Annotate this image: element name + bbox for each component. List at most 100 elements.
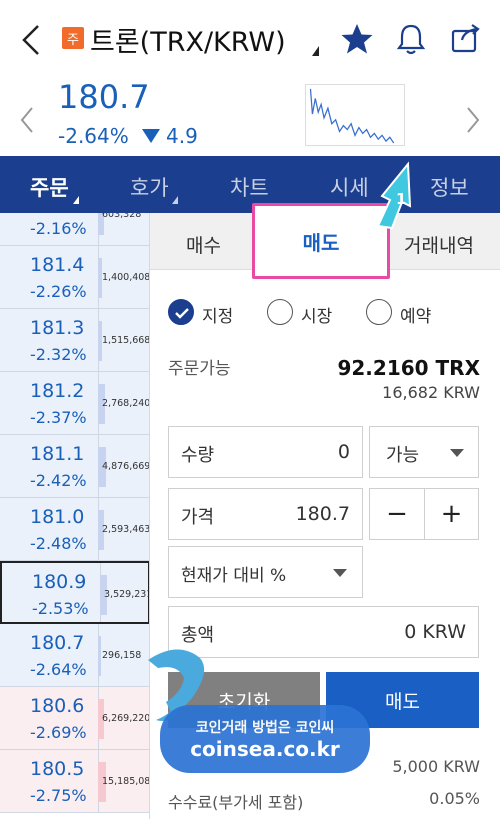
next-arrow-icon[interactable] bbox=[464, 105, 482, 135]
orderbook-quantity: 2,768,240 bbox=[102, 398, 150, 409]
orderbook-quantity: 15,185,087 bbox=[102, 776, 150, 787]
radio-reserve-label: 예약 bbox=[400, 307, 432, 327]
tab-info[interactable]: 정보 bbox=[430, 172, 469, 202]
orderbook-rate: -2.48% bbox=[30, 534, 87, 553]
total-value: 0 KRW bbox=[404, 621, 466, 643]
tab-history[interactable]: 거래내역 bbox=[404, 231, 474, 258]
orderbook-price: 181.1 bbox=[30, 443, 85, 465]
tab-sell-highlighted[interactable]: 매도 bbox=[252, 203, 390, 279]
dropdown-arrow-icon bbox=[333, 569, 347, 577]
price-change-percent: -2.64% bbox=[58, 124, 129, 148]
orderbook-quantity: 603,328 bbox=[102, 213, 142, 220]
radio-market-label: 시장 bbox=[301, 307, 333, 327]
price-label: 가격 bbox=[181, 507, 215, 528]
quantity-input[interactable]: 수량 0 bbox=[168, 426, 363, 478]
stock-badge: 주 bbox=[62, 27, 84, 49]
orderbook-price: 181.4 bbox=[30, 254, 85, 276]
tab-quotes[interactable]: 시세 bbox=[330, 172, 369, 202]
tab-sell[interactable]: 매도 bbox=[255, 206, 387, 276]
orderbook-quantity: 4,876,669 bbox=[102, 461, 150, 472]
orderbook-price: 181.0 bbox=[30, 506, 85, 528]
watermark: 코인거래 방법은 코인씨 coinsea.co.kr bbox=[160, 705, 370, 773]
percent-dropdown-label: 현재가 대비 % bbox=[181, 566, 287, 586]
quantity-dropdown[interactable]: 가능 bbox=[369, 426, 479, 478]
mini-chart[interactable] bbox=[305, 84, 405, 146]
orderbook-quantity: 296,158 bbox=[102, 650, 142, 661]
radio-limit[interactable] bbox=[168, 299, 194, 325]
tab-orderbook[interactable]: 호가 bbox=[130, 172, 169, 202]
orderbook-rate: -2.64% bbox=[30, 660, 87, 679]
orderbook-quantity: 3,529,231 bbox=[104, 589, 150, 600]
order-book: -2.16% 603,328 181.4 -2.26% 1,400,408 181.3 -2… bbox=[0, 213, 150, 819]
share-icon[interactable] bbox=[450, 22, 482, 54]
watermark-line2: coinsea.co.kr bbox=[190, 737, 340, 761]
orderbook-row[interactable]: 181.3 -2.32% 1,515,668 bbox=[0, 309, 150, 372]
bell-icon[interactable] bbox=[395, 22, 427, 56]
orderbook-rate: -2.16% bbox=[30, 219, 87, 238]
price-input[interactable]: 가격 180.7 bbox=[168, 488, 363, 540]
orderbook-quantity: 1,515,668 bbox=[102, 335, 150, 346]
quantity-dropdown-label: 가능 bbox=[386, 445, 420, 466]
orderbook-quantity: 2,593,463 bbox=[102, 524, 150, 535]
min-order-value: 5,000 KRW bbox=[392, 757, 480, 776]
price-minus-button[interactable]: − bbox=[369, 488, 425, 540]
orderbook-rate: -2.37% bbox=[30, 408, 87, 427]
price-plus-button[interactable]: + bbox=[424, 488, 479, 540]
current-price: 180.7 bbox=[58, 78, 150, 116]
main-tab-bar: 주문 호가 차트 시세 정보 bbox=[0, 156, 500, 213]
previous-arrow-icon[interactable] bbox=[18, 105, 36, 135]
title-dropdown-icon[interactable] bbox=[312, 46, 319, 56]
tab-buy[interactable]: 매수 bbox=[186, 231, 221, 258]
orderbook-rate: -2.53% bbox=[32, 599, 89, 618]
fee-value: 0.05% bbox=[429, 789, 480, 808]
radio-reserve[interactable] bbox=[366, 299, 392, 325]
orderbook-price: 180.9 bbox=[32, 571, 87, 593]
quantity-label: 수량 bbox=[181, 445, 215, 466]
down-triangle-icon bbox=[142, 129, 160, 143]
annotation-arrow-icon: 1 bbox=[376, 161, 412, 230]
star-icon[interactable] bbox=[340, 22, 374, 56]
page-title[interactable]: 트론(TRX/KRW) bbox=[90, 20, 286, 59]
fee-label: 수수료(부가세 포함) bbox=[168, 793, 304, 812]
orderbook-row[interactable]: 181.0 -2.48% 2,593,463 bbox=[0, 498, 150, 561]
orderbook-rate: -2.26% bbox=[30, 282, 87, 301]
header-bar: 주 트론(TRX/KRW) bbox=[0, 0, 500, 80]
tab-dropdown-icon bbox=[172, 196, 178, 204]
available-trx: 92.2160 TRX bbox=[337, 356, 480, 380]
available-krw: 16,682 KRW bbox=[382, 383, 480, 402]
tab-order[interactable]: 주문 bbox=[30, 172, 69, 202]
back-icon[interactable] bbox=[18, 22, 48, 58]
price-change-amount: 4.9 bbox=[166, 124, 198, 148]
orderbook-row[interactable]: 180.5 -2.75% 15,185,087 bbox=[0, 750, 150, 813]
orderbook-row[interactable]: 181.4 -2.26% 1,400,408 bbox=[0, 246, 150, 309]
tab-chart[interactable]: 차트 bbox=[230, 172, 269, 202]
tab-dropdown-icon bbox=[73, 196, 79, 204]
available-label: 주문가능 bbox=[168, 359, 231, 379]
orderbook-row[interactable]: 180.6 -2.69% 6,269,220 bbox=[0, 687, 149, 750]
quantity-value: 0 bbox=[337, 441, 350, 463]
orderbook-rate: -2.75% bbox=[30, 786, 87, 805]
percent-dropdown[interactable]: 현재가 대비 % bbox=[168, 546, 363, 598]
check-icon bbox=[175, 308, 189, 319]
orderbook-price: 180.6 bbox=[30, 695, 85, 717]
orderbook-price: 180.5 bbox=[30, 758, 85, 780]
radio-market[interactable] bbox=[267, 299, 293, 325]
orderbook-rate: -2.69% bbox=[30, 723, 87, 742]
annotation-number: 1 bbox=[396, 190, 406, 208]
orderbook-rate: -2.42% bbox=[30, 471, 87, 490]
orderbook-price: 180.7 bbox=[30, 632, 85, 654]
orderbook-row[interactable]: 181.2 -2.37% 2,768,240 bbox=[0, 372, 150, 435]
orderbook-rate: -2.32% bbox=[30, 345, 87, 364]
orderbook-volume-bar bbox=[98, 636, 101, 676]
orderbook-price: 181.3 bbox=[30, 317, 85, 339]
orderbook-quantity: 1,400,408 bbox=[102, 272, 150, 283]
orderbook-price: 181.2 bbox=[30, 380, 85, 402]
orderbook-row[interactable]: 180.9 -2.53% 3,529,231 bbox=[0, 561, 150, 624]
radio-limit-label: 지정 bbox=[202, 307, 234, 327]
watermark-line1: 코인거래 방법은 코인씨 bbox=[195, 720, 335, 736]
price-value: 180.7 bbox=[295, 503, 350, 525]
orderbook-row[interactable]: 181.1 -2.42% 4,876,669 bbox=[0, 435, 150, 498]
orderbook-row[interactable]: -2.16% 603,328 bbox=[0, 213, 149, 246]
orderbook-row[interactable]: 180.7 -2.64% 296,158 bbox=[0, 624, 149, 687]
dropdown-arrow-icon bbox=[450, 449, 464, 457]
